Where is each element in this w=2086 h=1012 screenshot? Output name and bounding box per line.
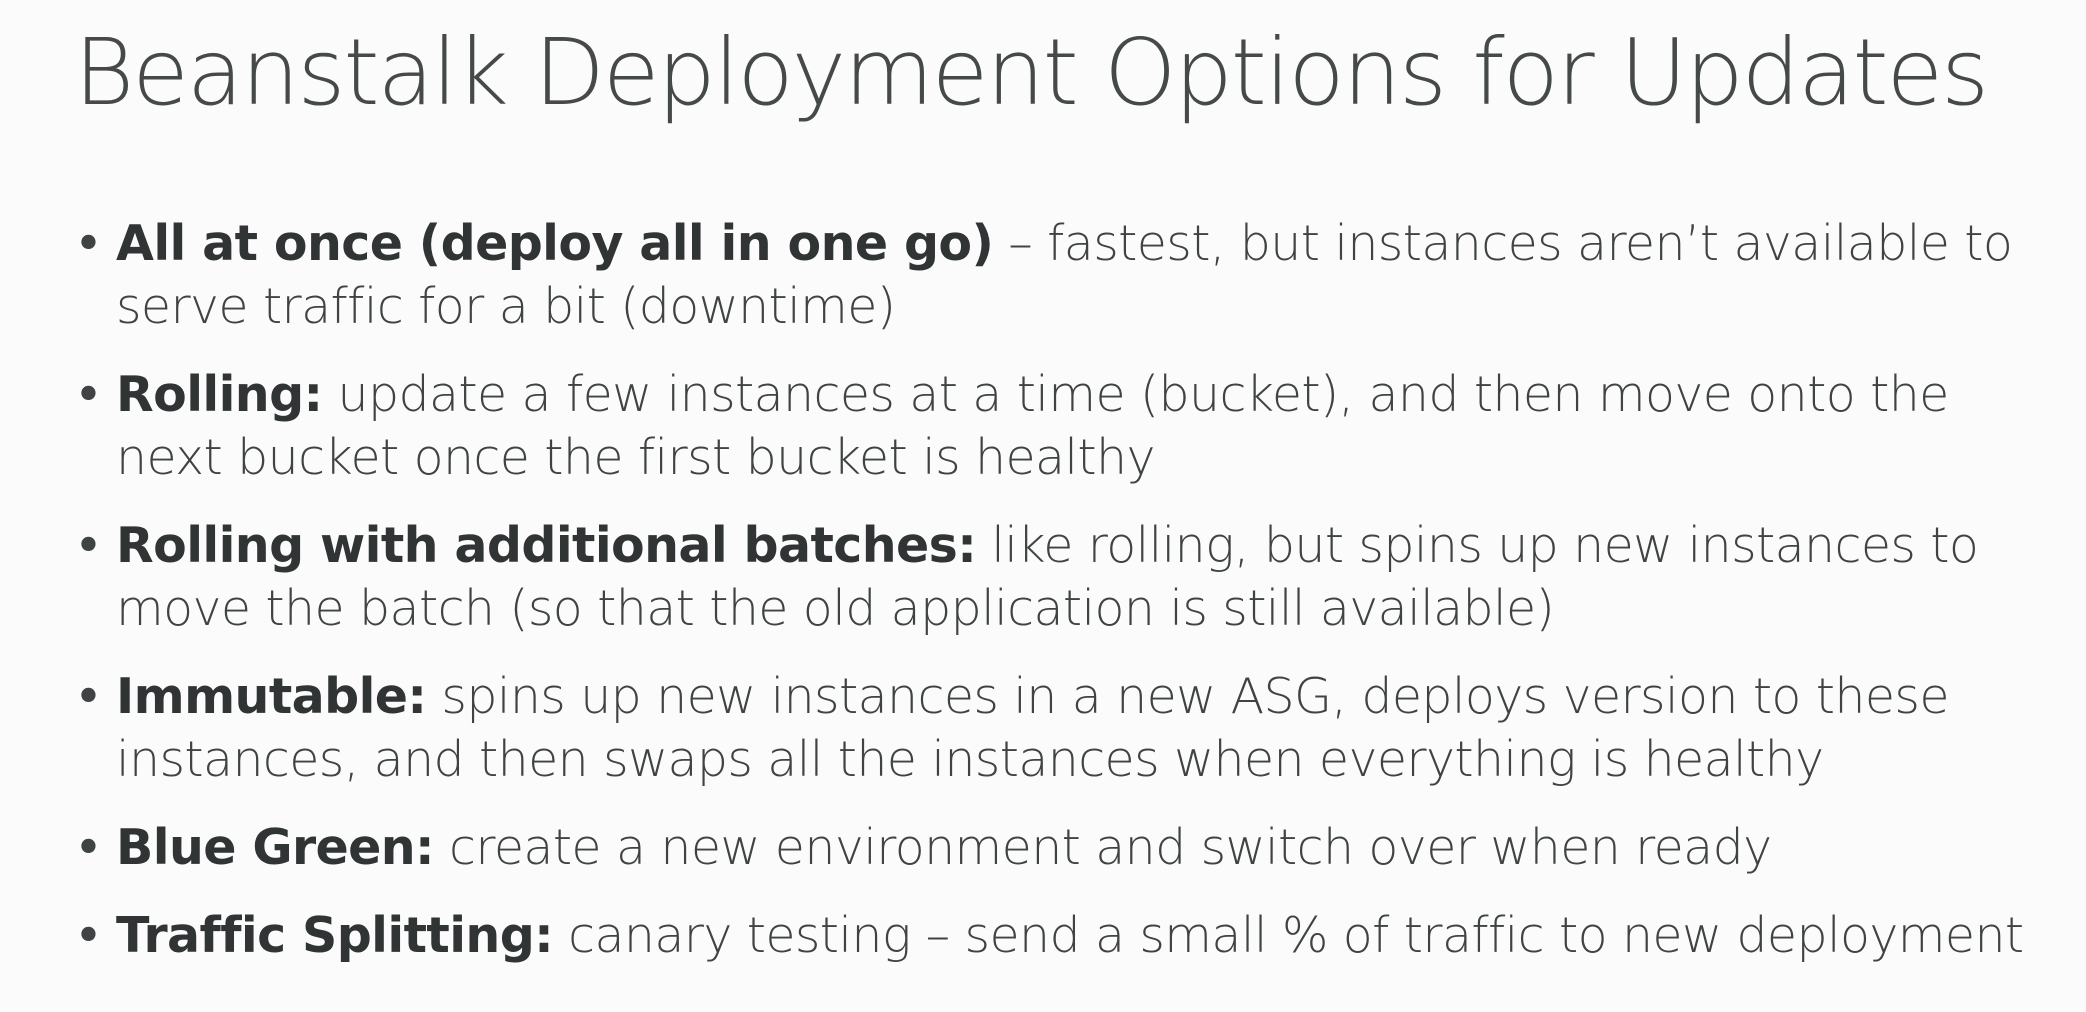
bullet-description: canary testing – send a small % of traff… [553,906,2024,964]
bullet-item-rolling-additional-batches: • Rolling with additional batches: like … [74,514,2066,640]
bullet-term: Rolling: [116,365,323,423]
bullet-item-all-at-once: • All at once (deploy all in one go) – f… [74,212,2066,338]
slide-title: Beanstalk Deployment Options for Updates [74,19,1989,126]
bullet-dot-icon: • [74,906,103,964]
bullet-dot-icon: • [74,365,103,423]
bullet-term: Rolling with additional batches: [116,516,977,574]
bullet-dot-icon: • [74,667,103,725]
bullet-description: update a few instances at a time (bucket… [116,365,1949,486]
slide: Beanstalk Deployment Options for Updates… [0,0,2086,1012]
bullet-term: All at once (deploy all in one go) [116,214,994,272]
bullet-dot-icon: • [74,516,103,574]
bullet-term: Blue Green: [116,818,435,876]
bullet-description: create a new environment and switch over… [434,818,1772,876]
bullet-term: Immutable: [116,667,427,725]
bullet-item-rolling: • Rolling: update a few instances at a t… [74,363,2066,489]
bullet-term: Traffic Splitting: [116,906,554,964]
bullet-list: • All at once (deploy all in one go) – f… [74,212,2066,967]
bullet-item-blue-green: • Blue Green: create a new environment a… [74,816,2066,879]
bullet-dot-icon: • [74,214,103,272]
bullet-item-immutable: • Immutable: spins up new instances in a… [74,665,2066,791]
bullet-dot-icon: • [74,818,103,876]
bullet-item-traffic-splitting: • Traffic Splitting: canary testing – se… [74,904,2066,967]
